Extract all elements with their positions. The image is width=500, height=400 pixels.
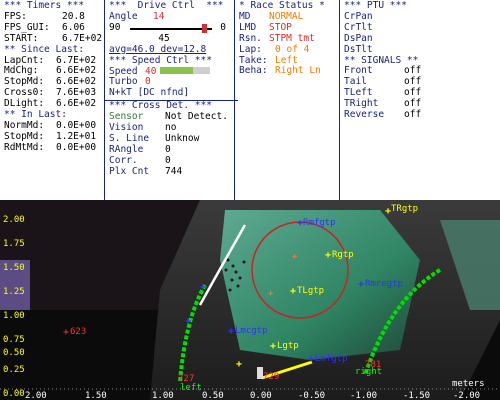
angle-value: 14 [153, 10, 165, 22]
speed-bar [160, 66, 211, 74]
target-label: Lmcgtp [235, 326, 268, 336]
target-cross: + [290, 286, 296, 297]
target-cross: + [358, 279, 364, 290]
status-panel: *** Timers *** FPS: 20.8 FPS_GUI: 6.06 STA… [0, 0, 500, 200]
since-last-header: ** Since Last: [4, 43, 85, 55]
x-tick-label: 0.50 [202, 391, 224, 400]
y-tick-label: 0.75 [3, 335, 25, 345]
ptu-item: DsTlt [344, 43, 373, 55]
y-tick-label: 2.00 [3, 215, 25, 225]
target-cross: + [200, 282, 206, 293]
race-status-panel: * Race Status * MD NORMAL LMD STOP Rsn. STP… [235, 0, 340, 200]
slider-track[interactable] [130, 27, 212, 30]
cross-row: Plx Cnt 744 [109, 165, 183, 177]
race-row: Lap: 0 of 4 [239, 43, 310, 55]
target-cross: + [228, 326, 234, 337]
speed-ctrl-header: *** Speed Ctrl *** [109, 54, 212, 66]
x-tick-label: -1.00 [350, 391, 377, 400]
target-cross: + [268, 289, 274, 299]
y-tick-label: 0.25 [3, 365, 25, 375]
y-tick-label: 0.50 [3, 348, 25, 358]
slider-knob[interactable] [201, 23, 207, 33]
target-cross: + [270, 341, 276, 352]
signal-row: Reverse off [344, 109, 422, 121]
slider-min-label: 90 [109, 21, 121, 33]
x-tick-label: 0.00 [250, 391, 272, 400]
target-label: TRgtp [391, 204, 418, 214]
x-tick-label: -2.00 [453, 391, 480, 400]
left-lane-label: left [180, 383, 202, 393]
x-tick-label: -0.50 [298, 391, 325, 400]
target-label: Rmfgtp [303, 218, 336, 228]
timers-panel: *** Timers *** FPS: 20.8 FPS_GUI: 6.06 STA… [0, 0, 105, 200]
y-tick-label: 1.75 [3, 239, 25, 249]
ptu-panel: *** PTU *** CrPan CrTlt DsPan DsTlt ** S… [340, 0, 500, 200]
y-tick-label: 0.00 [3, 389, 25, 399]
x-tick-label: -1.50 [403, 391, 430, 400]
marker-cross: + [63, 327, 69, 338]
angle-row: Angle 14 [109, 10, 234, 23]
marker-label: 623 [70, 327, 86, 337]
target-label: Rmregtp [365, 279, 403, 289]
drive-control-panel: *** Drive Ctrl *** Angle 14 90 0 45 avg=… [105, 0, 238, 200]
units-label: meters [452, 379, 485, 389]
target-label: TLgtp [297, 286, 324, 296]
in-last-rows: NormMd: 0.0E+00 StopMd: 1.2E+01 RdMtMd: 0.0… [4, 120, 104, 154]
target-cross: + [325, 250, 331, 261]
signal-row: Front off [344, 65, 422, 77]
y-tick-label: 1.25 [3, 287, 25, 297]
camera-scene: 2.00 1.75 1.50 1.25 1.00 0.75 0.50 0.25 … [0, 200, 500, 400]
nkt-status: N+kT [DC nfnd] [109, 87, 190, 99]
target-label: Rgtp [332, 250, 354, 260]
angle-slider[interactable]: 90 0 [109, 21, 234, 34]
right-lane-label: right [355, 367, 382, 377]
race-row: Beha: Right Ln [239, 65, 321, 77]
x-tick-label: 1.50 [85, 391, 107, 400]
target-label: Lgtp [277, 341, 299, 351]
avg-dev: avg=46.0 dev=12.8 [109, 43, 207, 55]
timer-row: START: 6.7E+02 [4, 32, 103, 44]
slider-max-label: 0 [220, 21, 226, 33]
camera-view: 2.00 1.75 1.50 1.25 1.00 0.75 0.50 0.25 … [0, 200, 500, 400]
x-tick-label: 1.00 [152, 391, 174, 400]
target-label: Lmfgtp [315, 354, 348, 364]
target-cross: + [308, 354, 314, 365]
marker-label: 729 [263, 372, 279, 382]
y-tick-label: 1.50 [3, 263, 25, 273]
y-tick-label: 1.00 [3, 311, 25, 321]
race-row: Rsn. STPM tmt [239, 32, 315, 44]
inlast-row: RdMtMd: 0.0E+00 [4, 141, 97, 153]
target-cross: + [236, 359, 242, 370]
target-cross: + [185, 316, 191, 327]
x-tick-label: 2.00 [25, 391, 47, 400]
since-last-rows: LapCnt: 6.7E+02 MdChg: 6.6E+02 StopMd: 6.6E… [4, 55, 104, 111]
timers-rows: FPS: 20.8 FPS_GUI: 6.06 START: 6.7E+02 [4, 11, 104, 45]
target-cross: + [292, 252, 298, 262]
ptu-item: DsPan [344, 32, 373, 44]
speed-bar-fill [160, 66, 193, 74]
